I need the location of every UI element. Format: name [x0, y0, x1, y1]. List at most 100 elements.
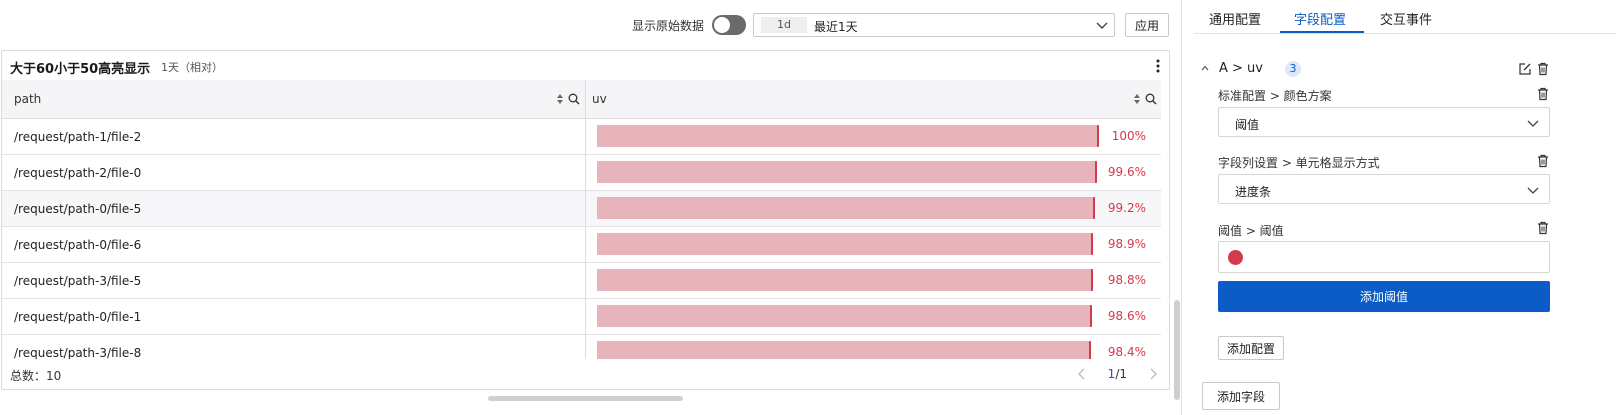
uv-progress-track	[597, 269, 1099, 291]
page-indicator: 1/1	[1108, 367, 1127, 381]
time-range-select[interactable]: 1d 最近1天	[753, 13, 1115, 37]
uv-progress-track	[597, 341, 1099, 359]
select-value: 进度条	[1235, 185, 1272, 199]
uv-progress-bar	[597, 233, 1094, 255]
trash-icon[interactable]	[1536, 221, 1550, 235]
uv-progress-track	[597, 233, 1099, 255]
chevron-down-icon	[1527, 120, 1539, 127]
uv-percent: 98.9%	[1107, 237, 1146, 251]
uv-percent: 99.2%	[1107, 201, 1146, 215]
show-raw-data-toggle[interactable]	[712, 15, 746, 35]
prev-page-icon[interactable]	[1076, 368, 1088, 380]
config-pane: 通用配置 字段配置 交互事件 A > uv 3 标准配置 > 颜色方案 阈值 字…	[1182, 0, 1616, 415]
table-row[interactable]: /request/path-0/file-5 99.2%	[2, 191, 1161, 227]
time-range-value: 最近1天	[814, 20, 858, 34]
table-header: path uv	[2, 80, 1161, 119]
search-icon[interactable]	[1145, 92, 1157, 106]
more-menu-icon[interactable]	[1154, 58, 1162, 74]
search-icon[interactable]	[568, 92, 580, 106]
uv-percent: 99.6%	[1107, 165, 1146, 179]
cell-path: /request/path-3/file-8	[14, 346, 142, 359]
edit-icon[interactable]	[1518, 62, 1532, 76]
table-row[interactable]: /request/path-1/file-2 100%	[2, 119, 1161, 155]
column-divider	[585, 119, 586, 359]
table-row[interactable]: /request/path-0/file-6 98.9%	[2, 227, 1161, 263]
column-header-label: uv	[592, 92, 607, 106]
table-panel: 大于60小于50高亮显示 1天（相对） path uv /request/pat…	[1, 50, 1170, 390]
config-label-threshold: 阈值 > 阈值	[1218, 224, 1284, 238]
trash-icon[interactable]	[1536, 62, 1550, 76]
add-field-button[interactable]: 添加字段	[1202, 382, 1281, 410]
panel-header: 大于60小于50高亮显示 1天（相对）	[2, 51, 1169, 81]
uv-progress-track	[597, 305, 1099, 327]
column-header-path[interactable]: path	[2, 80, 585, 118]
table-row[interactable]: /request/path-0/file-1 98.6%	[2, 299, 1161, 335]
uv-progress-bar	[597, 305, 1092, 327]
total-count-label: 总数：	[10, 369, 47, 383]
table-row[interactable]: /request/path-3/file-5 98.8%	[2, 263, 1161, 299]
column-header-uv[interactable]: uv	[586, 80, 1161, 118]
total-pages: /1	[1115, 367, 1127, 381]
uv-progress-bar	[597, 161, 1097, 183]
uv-percent: 100%	[1111, 129, 1146, 143]
vertical-scrollbar[interactable]	[1174, 300, 1180, 400]
uv-progress-bar	[597, 341, 1091, 359]
threshold-color-row[interactable]	[1218, 241, 1550, 273]
uv-progress-track	[597, 125, 1099, 147]
toolbar: 显示原始数据 1d 最近1天 应用	[0, 13, 1180, 37]
tab-interaction-events[interactable]: 交互事件	[1380, 9, 1432, 28]
table-row[interactable]: /request/path-3/file-8 98.4%	[2, 335, 1161, 359]
chevron-down-icon	[1527, 187, 1539, 194]
uv-percent: 98.4%	[1107, 345, 1146, 359]
column-header-label: path	[14, 92, 42, 106]
cell-display-select[interactable]: 进度条	[1218, 174, 1550, 204]
tab-field-config[interactable]: 字段配置	[1294, 9, 1346, 28]
field-name: A > uv	[1219, 61, 1263, 76]
active-tab-indicator	[1280, 31, 1364, 33]
chevron-down-icon	[1096, 22, 1108, 29]
apply-button[interactable]: 应用	[1125, 13, 1169, 37]
cell-path: /request/path-3/file-5	[14, 274, 142, 288]
pagination: 1/1	[1076, 365, 1159, 383]
add-threshold-button[interactable]: 添加阈值	[1218, 281, 1550, 312]
uv-progress-bar	[597, 197, 1095, 219]
cell-path: /request/path-0/file-6	[14, 238, 142, 252]
uv-progress-track	[597, 197, 1099, 219]
uv-progress-bar	[597, 125, 1099, 147]
sort-icon[interactable]	[554, 92, 566, 106]
uv-progress-bar	[597, 269, 1093, 291]
field-header[interactable]: A > uv 3	[1200, 60, 1550, 78]
uv-percent: 98.8%	[1107, 273, 1146, 287]
cell-path: /request/path-2/file-0	[14, 166, 142, 180]
uv-progress-track	[597, 161, 1099, 183]
horizontal-scrollbar[interactable]	[488, 396, 683, 401]
trash-icon[interactable]	[1536, 154, 1550, 168]
next-page-icon[interactable]	[1147, 368, 1159, 380]
color-scheme-select[interactable]: 阈值	[1218, 107, 1550, 137]
tab-general-config[interactable]: 通用配置	[1209, 9, 1261, 28]
show-raw-data-label: 显示原始数据	[632, 19, 705, 33]
cell-path: /request/path-1/file-2	[14, 130, 142, 144]
table-row[interactable]: /request/path-2/file-0 99.6%	[2, 155, 1161, 191]
add-config-button[interactable]: 添加配置	[1218, 336, 1285, 360]
total-count-value: 10	[46, 369, 62, 383]
dashboard-pane: 显示原始数据 1d 最近1天 应用 大于60小于50高亮显示 1天（相对） pa…	[0, 0, 1180, 415]
config-count-badge: 3	[1285, 61, 1301, 77]
config-label-cell-display: 字段列设置 > 单元格显示方式	[1218, 156, 1380, 170]
threshold-color-swatch[interactable]	[1228, 250, 1243, 265]
select-value: 阈值	[1235, 118, 1260, 132]
toggle-knob	[714, 17, 730, 33]
cell-path: /request/path-0/file-5	[14, 202, 142, 216]
uv-percent: 98.6%	[1107, 309, 1146, 323]
panel-title: 大于60小于50高亮显示	[10, 62, 151, 77]
sort-icon[interactable]	[1131, 92, 1143, 106]
time-range-tag: 1d	[761, 17, 807, 33]
cell-path: /request/path-0/file-1	[14, 310, 142, 324]
config-tabs: 通用配置 字段配置 交互事件	[1194, 0, 1616, 34]
config-label-color-scheme: 标准配置 > 颜色方案	[1218, 89, 1332, 103]
total-count: 总数：10	[10, 367, 61, 384]
trash-icon[interactable]	[1536, 87, 1550, 101]
chevron-up-icon[interactable]	[1200, 63, 1210, 73]
panel-time-subtitle: 1天（相对）	[161, 61, 223, 74]
table-body: /request/path-1/file-2 100%/request/path-…	[2, 119, 1161, 359]
